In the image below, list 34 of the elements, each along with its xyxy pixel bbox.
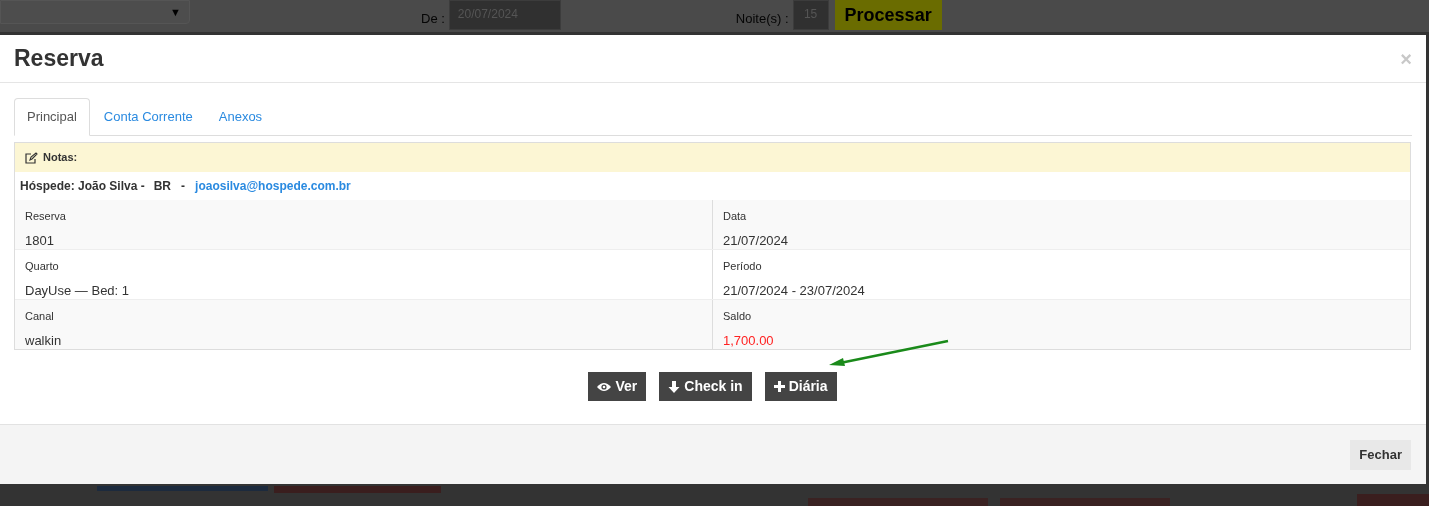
select-field[interactable]: ▼ bbox=[0, 0, 190, 24]
notes-label: Notas: bbox=[43, 150, 78, 166]
field-label: Saldo bbox=[723, 309, 753, 324]
field-label: Reserva bbox=[25, 209, 67, 224]
close-button[interactable]: Fechar bbox=[1350, 439, 1411, 470]
separator-text: - bbox=[181, 178, 186, 195]
field-label: Canal bbox=[25, 309, 55, 324]
date-label: De : bbox=[421, 10, 445, 28]
guest-country: BR bbox=[153, 178, 172, 195]
tab[interactable]: Anexos bbox=[206, 98, 275, 135]
caret-icon: ▼ bbox=[170, 3, 181, 21]
modal-title: Reserva bbox=[14, 44, 104, 74]
field-label: Quarto bbox=[25, 259, 60, 274]
tab[interactable]: Principal bbox=[14, 98, 90, 136]
field-label: Data bbox=[723, 209, 748, 224]
field-value: 1,700.00 bbox=[723, 331, 775, 350]
field-value: 21/07/2024 - 23/07/2024 bbox=[723, 281, 866, 300]
plus-icon bbox=[773, 381, 785, 392]
eye-icon bbox=[597, 381, 612, 392]
action-button[interactable]: Check in bbox=[659, 372, 752, 401]
down-arrow-icon bbox=[668, 380, 681, 393]
nights-label: Noite(s) : bbox=[735, 10, 789, 28]
field-value: 21/07/2024 bbox=[723, 231, 790, 250]
tab[interactable]: Conta Corrente bbox=[91, 98, 205, 135]
action-button[interactable]: Ver bbox=[588, 372, 647, 401]
edit-icon bbox=[25, 151, 38, 164]
process-button[interactable]: Processar bbox=[834, 0, 942, 30]
guest-name: Hóspede: João Silva - bbox=[20, 178, 145, 195]
email-link[interactable]: joaosilva@hospede.com.br bbox=[195, 177, 351, 195]
field-value: DayUse — Bed: 1 bbox=[25, 281, 131, 300]
field-value: walkin bbox=[25, 331, 63, 350]
field-label: Período bbox=[723, 259, 763, 274]
field-value: 1801 bbox=[25, 231, 55, 250]
action-button[interactable]: Diária bbox=[764, 372, 837, 401]
